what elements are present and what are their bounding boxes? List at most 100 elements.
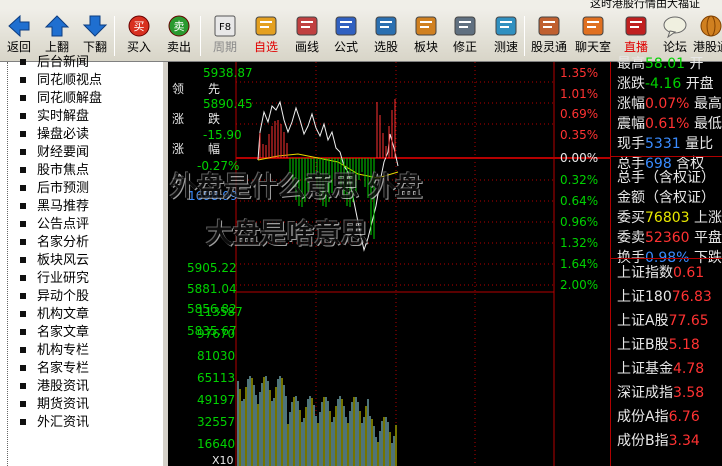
pct-down-label: 0.32%: [560, 173, 599, 187]
formula-button[interactable]: 公式: [327, 14, 365, 60]
quote-row-label: 金额（含权证）: [617, 190, 715, 206]
forum-bubble-icon: [663, 16, 687, 38]
quote-row-label: 上证180: [617, 289, 672, 305]
lingtong-label: 股灵通: [530, 40, 567, 54]
doc-bullet-icon: [20, 383, 26, 389]
pct-down-label: 1.32%: [560, 236, 599, 250]
quote-row-value: 4.78: [673, 361, 705, 377]
formula-icon: [335, 16, 357, 36]
measure-button[interactable]: 测速: [487, 14, 525, 60]
back-arrow-icon: [8, 14, 30, 38]
menu-item-label: 港股资讯: [37, 379, 90, 394]
doc-bullet-icon: [20, 203, 26, 209]
quote-row: 最高58.01 开: [617, 56, 704, 72]
quote-row-label: 深证成指: [617, 385, 673, 401]
svg-text:F8: F8: [219, 22, 231, 33]
quote-row-value: 0.61: [673, 265, 705, 281]
pct-down-label: 2.00%: [560, 278, 599, 292]
quote-row-label: 涨幅: [617, 96, 645, 112]
quote-row-label: 上证基金: [617, 361, 673, 377]
menu-item-label: 名家专栏: [37, 361, 90, 376]
pct-down-label: 0.96%: [560, 215, 599, 229]
price-tick-label: 5881.04: [187, 282, 237, 296]
period-button[interactable]: F8 周期: [206, 14, 244, 60]
up-arrow-icon: [44, 15, 70, 37]
quote-row: 委买76803 上涨: [617, 210, 722, 226]
globe-icon: [700, 15, 722, 37]
quote-row-value: 77.65: [668, 313, 709, 329]
quote-row-value: 58.01: [645, 56, 686, 72]
watchlist-icon: [255, 16, 277, 36]
panel-divider: [611, 156, 722, 157]
quote-row-label: 成份B指: [617, 433, 669, 449]
window-title: 这时港股行情由大福证: [590, 0, 700, 10]
lingtong-button[interactable]: 股灵通: [530, 14, 568, 60]
quote-row-right-label: 量比: [685, 136, 714, 152]
quote-row-label: 涨跌: [617, 76, 645, 92]
modify-button[interactable]: 修正: [446, 14, 484, 60]
doc-bullet-icon: [20, 185, 26, 191]
change-value: -15.90: [203, 128, 242, 142]
price-tick-label: 5905.22: [187, 261, 237, 275]
doc-bullet-icon: [20, 167, 26, 173]
quote-row-value: 6.76: [668, 409, 700, 425]
quote-row-value: 76.83: [671, 289, 712, 305]
quote-row-right-label: 最低: [693, 116, 722, 132]
quote-row-right-label: 平盘: [694, 230, 722, 246]
chat-button[interactable]: 聊天室: [574, 14, 612, 60]
quote-row-right-label: 开: [689, 56, 704, 72]
quote-row-right-label: 最高: [693, 96, 722, 112]
doc-bullet-icon: [20, 149, 26, 155]
screen-button[interactable]: 选股: [367, 14, 405, 60]
intraday-chart[interactable]: 5938.87 领 先 5890.45 涨 跌 -15.90 涨 幅 -0.27…: [168, 62, 610, 466]
quote-row: 上证B股5.18: [617, 337, 700, 353]
volume-tick-label: 32557: [197, 415, 236, 429]
volume-unit: X10: [212, 454, 234, 466]
toolbar: 这时港股行情由大福证 返回 上翻 下翻买买入卖卖出 F8 周期 自选 画线 公式 选股 板块 修正测…: [0, 0, 722, 62]
pct-up-label: 1.01%: [560, 87, 599, 101]
volume-tick-label: 113587: [197, 305, 243, 319]
wrench-icon: [454, 16, 476, 36]
quote-row: 上证A股77.65: [617, 313, 709, 329]
quote-row: 委卖52360 平盘: [617, 230, 722, 246]
doc-bullet-icon: [20, 77, 26, 83]
buy-button[interactable]: 买买入: [120, 14, 158, 60]
quote-row-right-label: 上涨: [694, 210, 722, 226]
tree-guide-line: [7, 62, 8, 466]
sell-badge-icon: 卖: [168, 15, 190, 37]
volume-tick-label: 81030: [197, 349, 236, 363]
volume-tick-label: 16640: [197, 437, 236, 451]
doc-bullet-icon: [20, 131, 26, 137]
volume-tick-label: 97670: [197, 327, 236, 341]
quote-row-right-label: 开盘: [685, 76, 714, 92]
watermark-line-2: 大盘是啥意思: [206, 219, 368, 250]
buy-badge-icon: 买: [128, 15, 150, 37]
quote-row: 成份A指6.76: [617, 409, 700, 425]
doc-bullet-icon: [20, 275, 26, 281]
menu-item-label: 外汇资讯: [37, 415, 90, 430]
quote-row: 深证成指3.58: [617, 385, 704, 401]
svg-text:买: 买: [134, 20, 145, 33]
toolbar-separator: [200, 16, 201, 56]
quote-row: 上证基金4.78: [617, 361, 704, 377]
menu-item-label: 股市焦点: [37, 163, 90, 178]
volume-tick-label: 49197: [197, 393, 236, 407]
label-leader: 领 先: [172, 82, 221, 96]
quote-row: 上证18076.83: [617, 289, 712, 305]
pct-up-label: 1.35%: [560, 66, 599, 80]
stock-picker-icon: [375, 16, 397, 36]
quote-row-label: 上证A股: [617, 313, 669, 329]
doc-bullet-icon: [20, 401, 26, 407]
menu-item-label: 板块风云: [37, 253, 90, 268]
sell-button[interactable]: 卖卖出: [160, 14, 198, 60]
pct-up-label: 0.69%: [560, 107, 599, 121]
quote-row-label: 最高: [617, 56, 645, 72]
pct-down-label: 1.64%: [560, 257, 599, 271]
quote-row-value: 0.61%: [645, 116, 690, 132]
custom-button[interactable]: 自选: [247, 14, 285, 60]
doc-bullet-icon: [20, 311, 26, 317]
quote-row-label: 委买: [617, 210, 645, 226]
pct-zero-label: 0.00%: [560, 151, 599, 165]
hkstock-button[interactable]: 港股通: [692, 14, 722, 60]
people-icon: [538, 16, 560, 36]
